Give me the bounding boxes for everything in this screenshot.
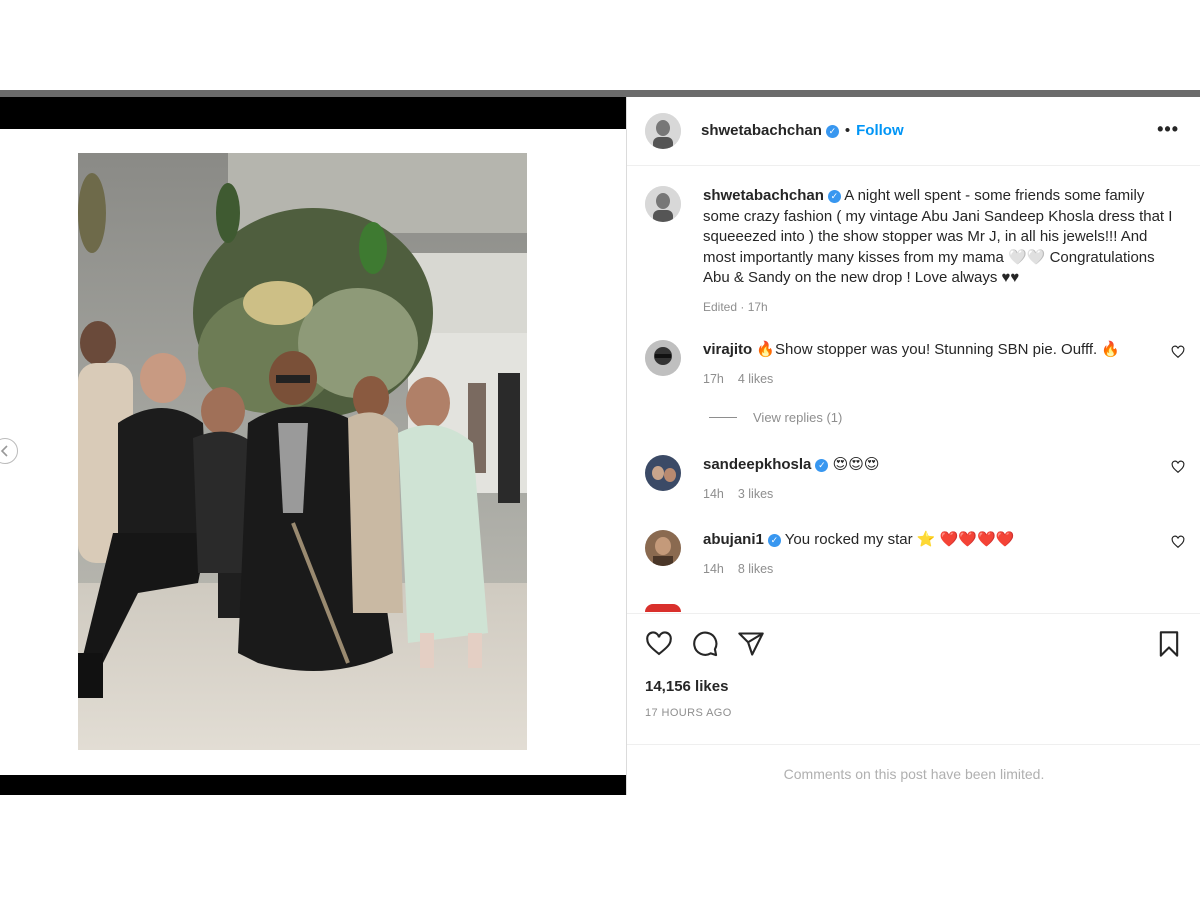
verified-badge-icon: ✓ xyxy=(815,459,829,472)
comment-meta: 14h 3 likes xyxy=(703,487,773,501)
author-avatar[interactable] xyxy=(645,113,681,149)
post-header: shwetabachchan ✓ • Follow ••• xyxy=(627,97,1200,166)
comment-meta: 14h 8 likes xyxy=(703,562,773,576)
commenter-avatar[interactable] xyxy=(645,530,681,566)
chevron-left-icon xyxy=(0,445,8,457)
comment-icon[interactable] xyxy=(691,630,719,658)
view-replies-label: View replies (1) xyxy=(753,410,843,425)
comment-text: 🔥Show stopper was you! Stunning SBN pie.… xyxy=(756,341,1121,358)
follow-button[interactable]: Follow xyxy=(856,122,904,139)
comment-like-heart-icon[interactable] xyxy=(1171,345,1185,359)
bookmark-icon[interactable] xyxy=(1155,630,1183,658)
heart-icon[interactable] xyxy=(645,630,673,658)
comment-meta: 17h 4 likes xyxy=(703,372,773,386)
comment-likes[interactable]: 3 likes xyxy=(738,487,773,501)
commenter-username[interactable]: virajito xyxy=(703,341,752,358)
comment-body: abujani1 ✓ You rocked my star ⭐ ❤️❤️❤️❤️ xyxy=(703,530,1153,550)
commenter-avatar[interactable] xyxy=(645,455,681,491)
comment-time[interactable]: 14h xyxy=(703,562,724,576)
comment-time[interactable]: 14h xyxy=(703,487,724,501)
commenter-username[interactable]: sandeepkhosla xyxy=(703,456,811,473)
comment-text: You rocked my star ⭐ ❤️❤️❤️❤️ xyxy=(784,531,1015,548)
comment-like-heart-icon[interactable] xyxy=(1171,535,1185,549)
comment-like-heart-icon[interactable] xyxy=(1171,460,1185,474)
comments-limited-notice: Comments on this post have been limited. xyxy=(627,744,1200,796)
author-username[interactable]: shwetabachchan xyxy=(701,122,822,139)
media-letterbox-top xyxy=(0,97,626,129)
commenter-avatar[interactable] xyxy=(645,340,681,376)
header-identity: shwetabachchan ✓ • Follow xyxy=(701,122,904,139)
verified-badge-icon: ✓ xyxy=(827,190,841,203)
more-options-icon[interactable]: ••• xyxy=(1157,119,1179,140)
share-icon[interactable] xyxy=(737,630,765,658)
caption-body: shwetabachchan ✓ A night well spent - som… xyxy=(703,186,1173,317)
likes-count[interactable]: 14,156 likes xyxy=(645,678,728,695)
caption-meta: Edited · 17h xyxy=(703,299,768,314)
comment-body: sandeepkhosla ✓ 😍😍😍 xyxy=(703,455,1153,475)
post-actions: 14,156 likes 17 HOURS AGO xyxy=(627,613,1200,744)
comment-likes[interactable]: 8 likes xyxy=(738,562,773,576)
post-photo xyxy=(78,153,527,750)
verified-badge-icon: ✓ xyxy=(767,534,781,547)
next-comment-avatar-peek xyxy=(645,604,681,612)
prev-media-button[interactable] xyxy=(0,438,18,464)
browser-top-strip xyxy=(0,90,1200,97)
comment-body: virajito 🔥Show stopper was you! Stunning… xyxy=(703,340,1153,360)
comment-likes[interactable]: 4 likes xyxy=(738,372,773,386)
caption-username[interactable]: shwetabachchan xyxy=(703,187,824,204)
post-timestamp[interactable]: 17 HOURS AGO xyxy=(645,707,732,719)
comment-time[interactable]: 17h xyxy=(703,372,724,386)
verified-badge-icon: ✓ xyxy=(825,125,839,138)
view-replies-button[interactable]: View replies (1) xyxy=(709,410,842,425)
post-media-panel xyxy=(0,97,626,795)
caption-avatar[interactable] xyxy=(645,186,681,222)
separator-dot: • xyxy=(844,122,851,139)
media-letterbox-bottom xyxy=(0,775,626,795)
comments-scroll-area[interactable]: shwetabachchan ✓ A night well spent - som… xyxy=(627,166,1200,612)
commenter-username[interactable]: abujani1 xyxy=(703,531,764,548)
comment-text: 😍😍😍 xyxy=(832,456,880,473)
post-side-panel: shwetabachchan ✓ • Follow ••• shwetabachcha… xyxy=(626,97,1200,795)
